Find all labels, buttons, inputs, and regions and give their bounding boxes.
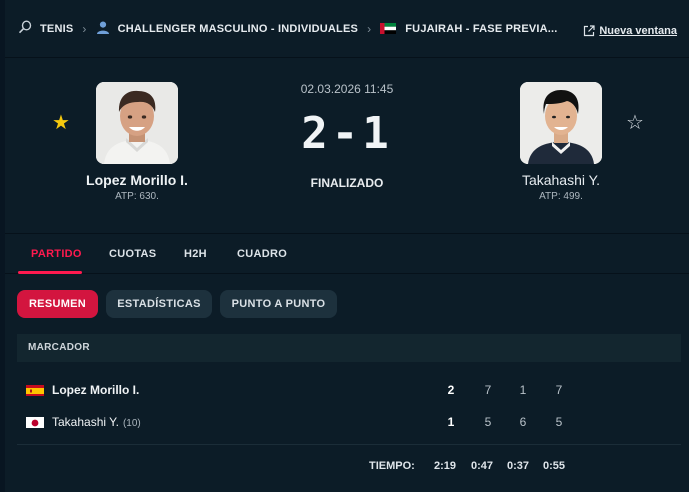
breadcrumb-sport[interactable]: TENIS <box>40 23 73 35</box>
scoreboard-divider <box>17 444 681 445</box>
active-tab-indicator <box>18 271 82 274</box>
scoreboard-player1-name[interactable]: Lopez Morillo I. <box>52 383 139 397</box>
scoreboard-player2-set3: 5 <box>555 415 563 429</box>
spain-flag-icon <box>26 384 44 396</box>
scoreboard-player2-name-text: Takahashi Y. <box>52 415 119 429</box>
scoreboard-player2-set1: 5 <box>484 415 492 429</box>
player2-avatar[interactable] <box>520 82 602 164</box>
scoreboard-player2-seed: (10) <box>122 418 141 429</box>
external-link-icon <box>584 25 595 37</box>
new-window-link[interactable]: Nueva ventana <box>583 25 677 37</box>
match-tabs: PARTIDO CUOTAS H2H CUADRO <box>5 233 689 274</box>
japan-flag-icon <box>26 416 44 428</box>
player2-name[interactable]: Takahashi Y. <box>471 172 651 188</box>
time-set3: 0:55 <box>543 460 566 472</box>
scoreboard-header: MARCADOR <box>17 334 681 362</box>
new-window-label: Nueva ventana <box>599 25 677 37</box>
breadcrumb-tournament[interactable]: FUJAIRAH - FASE PREVIA... <box>405 23 557 35</box>
time-set2: 0:37 <box>507 460 530 472</box>
time-set1: 0:47 <box>471 460 494 472</box>
player2-rank: ATP: 499. <box>539 191 583 202</box>
person-icon <box>96 21 110 37</box>
time-label: TIEMPO: <box>369 460 415 472</box>
tab-cuotas[interactable]: CUOTAS <box>109 248 156 260</box>
chevron-right-icon: › <box>367 21 372 36</box>
scoreboard-player2-set2: 6 <box>519 415 527 429</box>
uae-flag-icon <box>380 23 397 34</box>
tennis-racket-icon <box>18 20 32 37</box>
tab-h2h[interactable]: H2H <box>184 248 207 260</box>
scoreboard-row-player2[interactable]: Takahashi Y. (10) 1 5 6 5 <box>17 407 681 437</box>
chevron-right-icon: › <box>82 21 87 36</box>
subtab-punto-a-punto[interactable]: PUNTO A PUNTO <box>220 290 337 318</box>
favorite-star-icon-outline[interactable]: ☆ <box>626 113 644 133</box>
time-total: 2:19 <box>434 460 457 472</box>
breadcrumb-category[interactable]: CHALLENGER MASCULINO - INDIVIDUALES <box>118 23 358 35</box>
scoreboard-player2-sets: 1 <box>447 415 455 429</box>
match-header: ★ Lopez Morillo I. ATP: 630. 02.03.2026 … <box>5 58 689 233</box>
scoreboard-row-player1[interactable]: Lopez Morillo I. 2 7 1 7 <box>17 375 681 405</box>
tab-partido[interactable]: PARTIDO <box>31 248 82 260</box>
scoreboard-player1-sets: 2 <box>447 383 455 397</box>
scoreboard-player1-set2: 1 <box>519 383 527 397</box>
scoreboard-player1-set3: 7 <box>555 383 563 397</box>
tab-cuadro[interactable]: CUADRO <box>237 248 287 260</box>
player1-rank: ATP: 630. <box>115 191 159 202</box>
scoreboard-player2-name[interactable]: Takahashi Y. (10) <box>52 415 141 429</box>
scoreboard-player1-set1: 7 <box>484 383 492 397</box>
subtab-estadisticas[interactable]: ESTADÍSTICAS <box>106 290 212 318</box>
subtab-resumen[interactable]: RESUMEN <box>17 290 98 318</box>
match-page: TENIS › CHALLENGER MASCULINO - INDIVIDUA… <box>5 0 689 492</box>
